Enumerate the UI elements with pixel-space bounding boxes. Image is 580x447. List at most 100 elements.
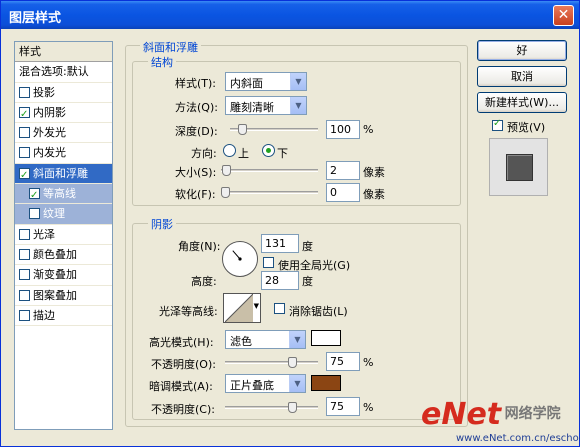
ok-button[interactable]: 好 [477,40,567,61]
style-item-label: 纹理 [43,207,65,221]
altitude-value: 28 [265,274,279,287]
altitude-input[interactable]: 28 [261,271,299,290]
highlight-mode-select[interactable]: 滤色 ▼ [225,330,306,349]
style-list-item[interactable]: 等高线 [15,184,112,206]
highlight-opacity-thumb[interactable] [288,357,297,368]
close-button[interactable]: ✕ [553,5,574,26]
global-light-checkbox[interactable] [263,257,274,268]
style-list-item[interactable]: 纹理 [15,204,112,225]
depth-unit: % [363,123,374,136]
soften-slider-track[interactable] [221,191,318,194]
size-slider-track[interactable] [221,169,318,172]
style-item-checkbox[interactable] [19,228,30,240]
style-item-checkbox[interactable] [19,289,30,301]
style-item-checkbox[interactable] [19,105,30,125]
style-item-label: 外发光 [33,126,66,140]
preview-checkbox[interactable] [492,118,503,131]
style-item-checkbox[interactable] [29,208,40,220]
style-item-label: 投影 [33,85,55,99]
shadow-opacity-value: 75 [330,400,344,413]
style-item-checkbox[interactable] [19,269,30,281]
altitude-label: 高度: [191,275,217,288]
highlight-mode-label: 高光模式(H): [149,336,214,349]
style-select[interactable]: 内斜面 ▼ [225,72,307,91]
size-input[interactable]: 2 [326,161,360,180]
depth-input[interactable]: 100 [326,120,360,139]
soften-input[interactable]: 0 [326,183,360,202]
style-list-item[interactable]: 外发光 [15,123,112,144]
depth-value: 100 [330,123,351,136]
style-item-label: 内发光 [33,146,66,160]
structure-title: 结构 [148,54,176,70]
style-list-item[interactable]: 描边 [15,306,112,327]
style-item-checkbox[interactable] [29,186,40,206]
style-list-item[interactable]: 内发光 [15,143,112,164]
antialias-label[interactable]: 消除锯齿(L) [289,303,348,319]
soften-unit: 像素 [363,188,385,201]
technique-select[interactable]: 雕刻清晰 ▼ [225,96,307,115]
style-item-label: 渐变叠加 [33,268,77,282]
style-item-checkbox[interactable] [19,147,30,159]
watermark-brand: eNet [421,397,502,432]
new-style-button[interactable]: 新建样式(W)... [477,92,567,113]
blend-options-item[interactable]: 混合选项:默认 [15,62,112,83]
style-item-checkbox[interactable] [19,309,30,321]
style-list-item[interactable]: 斜面和浮雕 [15,163,112,186]
highlight-opacity-label: 不透明度(O): [151,358,216,371]
direction-up-label[interactable]: 上 [238,145,249,161]
style-item-label: 内阴影 [33,105,66,119]
shadow-mode-select[interactable]: 正片叠底 ▼ [225,374,306,393]
style-list-item[interactable]: 内阴影 [15,103,112,125]
depth-slider-thumb[interactable] [237,124,247,135]
cancel-button[interactable]: 取消 [477,66,567,87]
chevron-down-icon: ▼ [289,375,305,392]
style-list-item[interactable]: 图案叠加 [15,286,112,306]
highlight-opacity-input[interactable]: 75 [326,352,360,371]
shadow-opacity-unit: % [363,401,374,414]
size-slider-thumb[interactable] [221,165,231,176]
watermark-brand-cn: 网络学院 [504,406,561,422]
style-list-item[interactable]: 投影 [15,83,112,103]
layer-style-dialog: 图层样式 ✕ 样式 混合选项:默认 投影内阴影外发光内发光斜面和浮雕等高线纹理光… [0,0,580,447]
style-item-label: 描边 [33,308,55,322]
style-list-item[interactable]: 渐变叠加 [15,265,112,286]
angle-dial[interactable] [222,241,258,277]
style-item-checkbox[interactable] [19,86,30,98]
direction-label: 方向: [191,147,217,160]
preview-label[interactable]: 预览(V) [507,119,545,135]
gloss-contour-picker[interactable]: ▼ [223,293,261,323]
shadow-opacity-thumb[interactable] [288,402,297,413]
highlight-opacity-track[interactable] [225,361,318,364]
direction-down-radio[interactable] [262,144,275,157]
contour-curve-icon [225,294,253,322]
style-item-label: 等高线 [43,187,76,201]
style-item-checkbox[interactable] [19,127,30,139]
title-bar[interactable]: 图层样式 ✕ [1,1,579,29]
style-item-checkbox[interactable] [19,248,30,260]
style-list-item[interactable]: 光泽 [15,225,112,245]
shadow-opacity-label: 不透明度(C): [151,403,215,416]
highlight-mode-value: 滤色 [230,335,252,348]
angle-input[interactable]: 131 [261,234,299,253]
shadow-color-swatch[interactable] [311,375,341,391]
highlight-color-swatch[interactable] [311,330,341,346]
technique-label: 方法(Q): [175,101,218,114]
depth-label: 深度(D): [175,125,218,138]
style-item-label: 图案叠加 [33,288,77,302]
style-item-label: 斜面和浮雕 [33,166,88,180]
shadow-opacity-input[interactable]: 75 [326,397,360,416]
style-list-header[interactable]: 样式 [15,42,112,63]
chevron-down-icon: ▼ [290,73,306,90]
angle-label: 角度(N): [178,240,221,253]
style-item-checkbox[interactable] [19,166,30,186]
shadow-mode-value: 正片叠底 [230,379,274,392]
shadow-opacity-track[interactable] [225,406,318,409]
chevron-down-icon[interactable]: ▼ [254,302,259,310]
direction-down-label[interactable]: 下 [277,145,288,161]
watermark-url: www.eNet.com.cn/eschool [456,433,580,444]
soften-slider-thumb[interactable] [221,187,230,198]
direction-up-radio[interactable] [223,144,236,157]
bevel-emboss-title: 斜面和浮雕 [140,39,201,55]
antialias-checkbox[interactable] [274,303,285,314]
style-list-item[interactable]: 颜色叠加 [15,245,112,266]
